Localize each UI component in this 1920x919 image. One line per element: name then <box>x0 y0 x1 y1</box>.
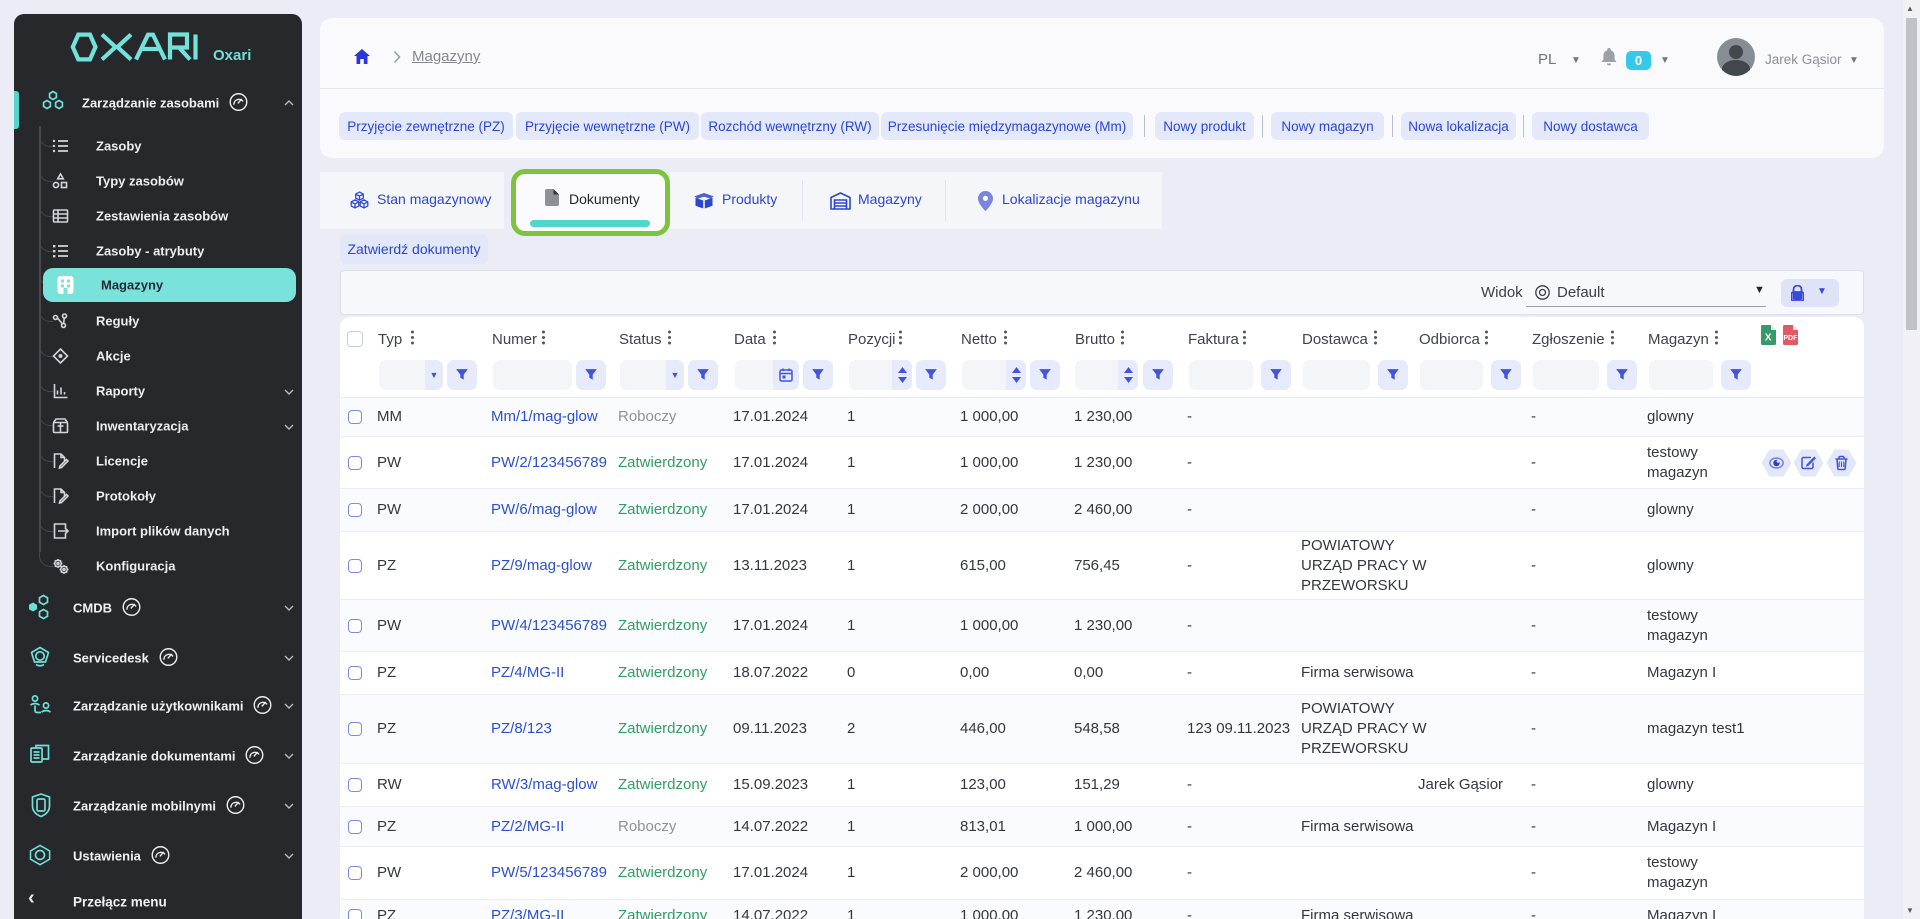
svg-text:PDF: PDF <box>1783 335 1798 342</box>
svg-text:X: X <box>1765 333 1772 344</box>
